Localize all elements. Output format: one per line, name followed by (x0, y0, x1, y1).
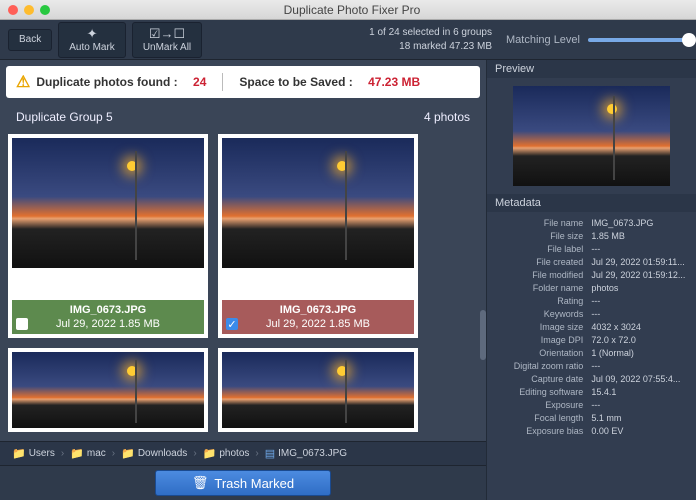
metadata-row: Editing software15.4.1 (487, 385, 696, 398)
trash-marked-button[interactable]: 🗑Trash Marked (155, 470, 331, 496)
wand-icon: ✦ (87, 27, 98, 40)
main-panel: ⚠ Duplicate photos found : 24 Space to b… (0, 60, 486, 500)
folder-icon: 📁 (70, 447, 84, 460)
metadata-row: Capture dateJul 09, 2022 07:55:4... (487, 372, 696, 385)
scrollbar[interactable] (480, 310, 486, 360)
metadata-row: Focal length5.1 mm (487, 411, 696, 424)
metadata-header: Metadata (487, 194, 696, 212)
metadata-row: File createdJul 29, 2022 01:59:11... (487, 255, 696, 268)
metadata-row: File size1.85 MB (487, 229, 696, 242)
breadcrumb-item[interactable]: 📁photos (199, 446, 254, 461)
preview-image[interactable] (513, 86, 670, 186)
photo-caption: ✓ IMG_0673.JPG Jul 29, 2022 1.85 MB (222, 300, 414, 334)
breadcrumb-item[interactable]: 📁mac (66, 446, 110, 461)
metadata-row: File label--- (487, 242, 696, 255)
selection-status: 1 of 24 selected in 6 groups 18 marked 4… (369, 26, 492, 54)
metadata-row: Folder namephotos (487, 281, 696, 294)
breadcrumb-item[interactable]: ▤IMG_0673.JPG (261, 446, 351, 461)
matching-slider[interactable] (588, 38, 688, 42)
photo-caption: IMG_0673.JPG Jul 29, 2022 1.85 MB (12, 300, 204, 334)
metadata-row: Rating--- (487, 294, 696, 307)
side-panel: Preview Metadata File nameIMG_0673.JPGFi… (486, 60, 696, 500)
metadata-row: Exposure bias0.00 EV (487, 424, 696, 437)
metadata-row: Image DPI72.0 x 72.0 (487, 333, 696, 346)
file-icon: ▤ (265, 447, 275, 460)
photo-card[interactable]: IMG_0673.JPG Jul 29, 2022 1.85 MB (8, 134, 208, 338)
matching-level: Matching Level (506, 34, 688, 46)
metadata-row: Keywords--- (487, 307, 696, 320)
photo-card[interactable] (8, 348, 208, 432)
zoom-icon[interactable] (40, 5, 50, 15)
window-title: Duplicate Photo Fixer Pro (56, 3, 648, 17)
folder-icon: 📁 (121, 447, 135, 460)
slider-knob[interactable] (682, 33, 696, 47)
metadata-row: File nameIMG_0673.JPG (487, 216, 696, 229)
minimize-icon[interactable] (24, 5, 34, 15)
breadcrumb-item[interactable]: 📁Users (8, 446, 59, 461)
group-header: Duplicate Group 5 4 photos (6, 104, 480, 130)
metadata-row: Orientation1 (Normal) (487, 346, 696, 359)
unmark-icon: ☑→☐ (149, 27, 185, 40)
titlebar: Duplicate Photo Fixer Pro (0, 0, 696, 20)
trash-icon: 🗑 (192, 475, 209, 491)
footer: 🗑Trash Marked (0, 465, 486, 500)
photo-card[interactable] (218, 348, 418, 432)
mark-checkbox[interactable] (16, 318, 28, 330)
folder-icon: 📁 (12, 447, 26, 460)
thumbnail[interactable] (222, 352, 414, 428)
thumbnail[interactable] (12, 352, 204, 428)
thumbnail[interactable] (12, 138, 204, 268)
close-icon[interactable] (8, 5, 18, 15)
summary-bar: ⚠ Duplicate photos found : 24 Space to b… (6, 66, 480, 98)
group-name: Duplicate Group 5 (16, 110, 113, 124)
preview-pane (487, 82, 696, 194)
automark-button[interactable]: ✦Auto Mark (58, 22, 126, 58)
thumbnail-grid: IMG_0673.JPG Jul 29, 2022 1.85 MB ✓ IMG_… (0, 130, 486, 441)
metadata-table: File nameIMG_0673.JPGFile size1.85 MBFil… (487, 216, 696, 496)
folder-icon: 📁 (203, 447, 217, 460)
metadata-row: File modifiedJul 29, 2022 01:59:12... (487, 268, 696, 281)
toolbar: Back ✦Auto Mark ☑→☐UnMark All 1 of 24 se… (0, 20, 696, 60)
thumbnail[interactable] (222, 138, 414, 268)
mark-checkbox[interactable]: ✓ (226, 318, 238, 330)
photo-card[interactable]: ✓ IMG_0673.JPG Jul 29, 2022 1.85 MB (218, 134, 418, 338)
warning-icon: ⚠ (16, 72, 30, 92)
preview-header: Preview (487, 60, 696, 78)
unmark-button[interactable]: ☑→☐UnMark All (132, 22, 202, 58)
group-count: 4 photos (424, 110, 470, 124)
back-button[interactable]: Back (8, 29, 52, 51)
metadata-row: Digital zoom ratio--- (487, 359, 696, 372)
breadcrumb-item[interactable]: 📁Downloads (117, 446, 191, 461)
metadata-row: Exposure--- (487, 398, 696, 411)
breadcrumb: 📁Users›📁mac›📁Downloads›📁photos›▤IMG_0673… (0, 441, 486, 465)
metadata-row: Image size4032 x 3024 (487, 320, 696, 333)
